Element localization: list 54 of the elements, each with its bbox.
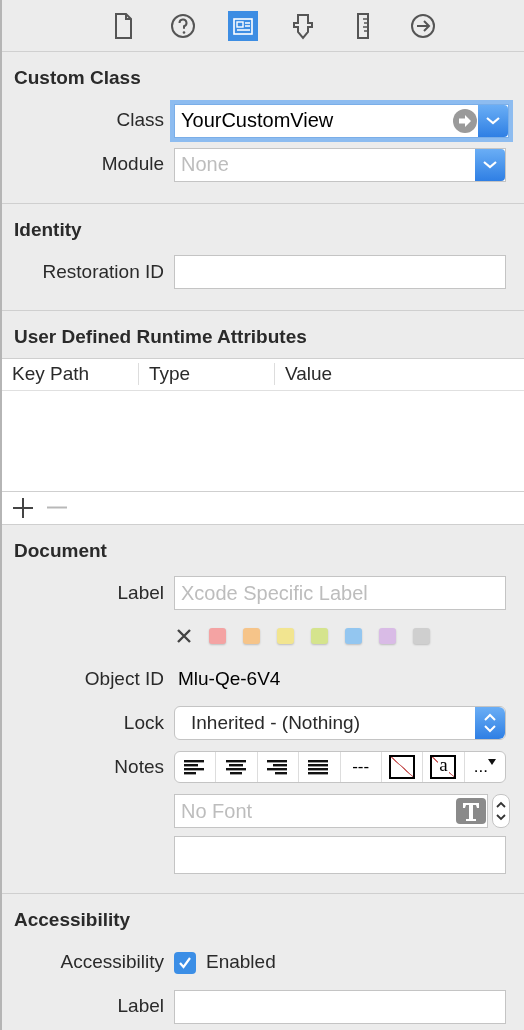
color-swatch[interactable] [277, 628, 294, 644]
caret-icon [487, 758, 496, 766]
checkbox-label[interactable]: Enabled [206, 948, 276, 977]
text-field[interactable]: No Font [175, 795, 455, 827]
dropdown-button[interactable] [475, 148, 505, 181]
font-field[interactable]: No Font [174, 794, 488, 828]
no-color-button[interactable] [176, 628, 192, 644]
field-label: Object ID [83, 666, 165, 691]
object-id-value: Mlu-Qe-6V4 [177, 666, 281, 691]
stepper[interactable] [492, 794, 510, 828]
color-swatch[interactable] [243, 628, 260, 644]
field-label: Module [100, 152, 165, 177]
field-label: Restoration ID [41, 259, 165, 284]
color-swatch[interactable] [311, 628, 328, 644]
lock-popup[interactable]: Inherited - (Nothing) [174, 706, 506, 740]
notes-field[interactable] [174, 836, 506, 874]
field-label: Accessibility [59, 950, 165, 975]
text-color-swatch[interactable]: a [430, 755, 457, 779]
field-label: Label [116, 994, 165, 1019]
plus-icon [12, 496, 34, 519]
chevron-icon [483, 160, 497, 169]
input-field[interactable]: Xcode Specific Label [174, 576, 506, 610]
section-title: Identity [13, 217, 83, 242]
arrow-circle-icon[interactable] [452, 107, 478, 134]
toolbar-button[interactable]: --- [340, 752, 382, 782]
input-field[interactable] [174, 989, 506, 1024]
input-field[interactable] [174, 255, 506, 289]
minus-icon [46, 506, 68, 509]
add-button[interactable] [12, 496, 34, 519]
color-swatch[interactable] [413, 628, 430, 644]
column-header[interactable]: Type [139, 363, 275, 385]
id-card-icon [228, 10, 258, 41]
dropdown-button[interactable] [478, 104, 508, 137]
section-title: Document [13, 538, 108, 563]
field-label: Lock [122, 710, 165, 735]
section-title: Accessibility [13, 908, 132, 932]
checkbox[interactable] [174, 951, 196, 974]
chevron-icon [486, 116, 500, 125]
section-title: User Defined Runtime Attributes [13, 325, 308, 349]
font-picker-icon[interactable] [455, 797, 487, 825]
color-swatch[interactable] [209, 628, 226, 644]
column-header[interactable]: Key Path [2, 363, 139, 385]
text-field[interactable]: YourCustomView [175, 104, 452, 137]
field-label: Label [116, 580, 165, 605]
column-header[interactable]: Value [275, 363, 333, 385]
toolbar-button[interactable]: a [423, 752, 465, 782]
section-title: Custom Class [13, 66, 142, 90]
field-label: Class [115, 108, 165, 133]
color-swatch[interactable] [345, 628, 362, 644]
field-label: Notes [113, 754, 165, 779]
color-swatch[interactable] [379, 628, 396, 644]
more-button[interactable]: ... [464, 752, 505, 782]
x-icon [176, 628, 192, 644]
background-color-swatch[interactable] [389, 755, 416, 779]
